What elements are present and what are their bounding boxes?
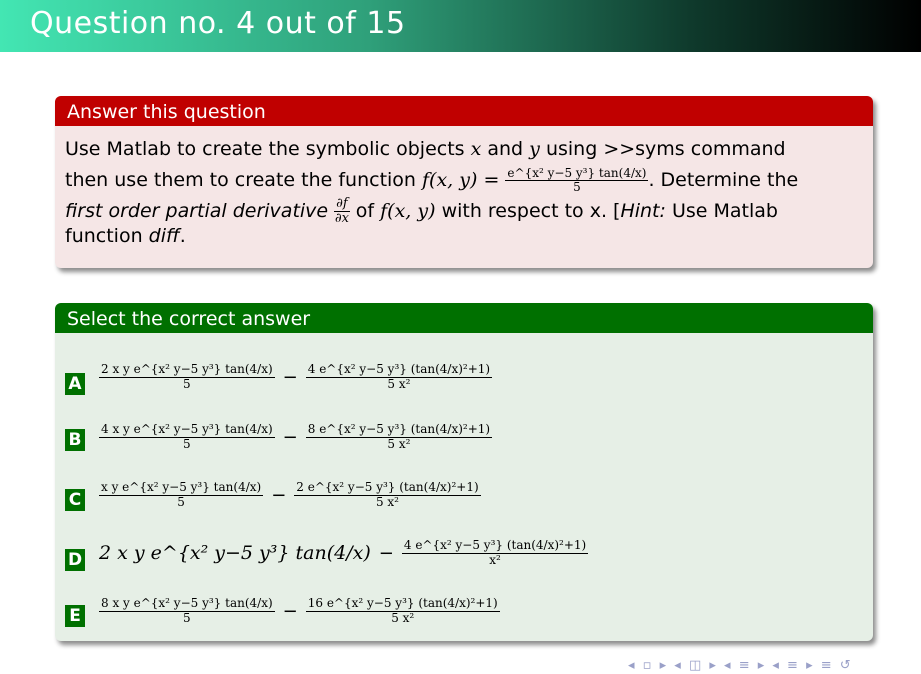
answers-header: Select the correct answer <box>55 303 873 333</box>
option-d[interactable]: D 2 x y e^{x² y−5 y³} tan(4/x) − 4 e^{x²… <box>65 531 865 575</box>
beamer-navigation: ◂ ▫ ▸ ◂ ◫ ▸ ◂ ≡ ▸ ◂ ≡ ▸ ≡ ↺ <box>628 658 853 673</box>
option-e-expression[interactable]: 8 x y e^{x² y−5 y³} tan(4/x) 5 − 16 e^{x²… <box>99 589 500 633</box>
option-c[interactable]: C x y e^{x² y−5 y³} tan(4/x) 5 − 2 e^{x² … <box>65 473 865 517</box>
option-c-expression[interactable]: x y e^{x² y−5 y³} tan(4/x) 5 − 2 e^{x² y−… <box>99 473 481 517</box>
question-header: Answer this question <box>55 96 873 126</box>
question-line-2: then use them to create the function f(x… <box>65 165 799 194</box>
nav-align-icon[interactable]: ≡ <box>821 658 834 673</box>
nav-subsection-icon[interactable]: ◂ ≡ ▸ <box>772 658 814 673</box>
question-line-1: Use Matlab to create the symbolic object… <box>65 138 786 160</box>
title-bar: Question no. 4 out of 15 <box>0 0 921 52</box>
option-b-label[interactable]: B <box>65 429 85 451</box>
nav-section-icon[interactable]: ◂ ≡ ▸ <box>724 658 766 673</box>
option-e[interactable]: E 8 x y e^{x² y−5 y³} tan(4/x) 5 − 16 e^{… <box>65 589 865 633</box>
partial-derivative-fraction: ∂f ∂x <box>334 195 350 226</box>
option-d-label[interactable]: D <box>65 549 85 571</box>
option-b[interactable]: B 4 x y e^{x² y−5 y³} tan(4/x) 5 − 8 e^{x… <box>65 415 865 459</box>
option-a-expression[interactable]: 2 x y e^{x² y−5 y³} tan(4/x) 5 − 4 e^{x² … <box>99 355 493 399</box>
question-block: Answer this question Use Matlab to creat… <box>55 96 873 268</box>
function-fraction: e^{x² y−5 y³} tan(4/x) 5 <box>505 165 649 194</box>
option-b-expression[interactable]: 4 x y e^{x² y−5 y³} tan(4/x) 5 − 8 e^{x² … <box>99 415 493 459</box>
option-d-expression[interactable]: 2 x y e^{x² y−5 y³} tan(4/x) − 4 e^{x² y… <box>99 531 589 575</box>
option-a-label[interactable]: A <box>65 373 85 395</box>
nav-frame-icon[interactable]: ◂ ◫ ▸ <box>674 658 718 673</box>
page-title: Question no. 4 out of 15 <box>30 6 406 41</box>
option-a[interactable]: A 2 x y e^{x² y−5 y³} tan(4/x) 5 − 4 e^{x… <box>65 355 865 399</box>
option-e-label[interactable]: E <box>65 605 85 627</box>
question-body: Use Matlab to create the symbolic object… <box>55 126 873 252</box>
answers-block: Select the correct answer A 2 x y e^{x² … <box>55 303 873 641</box>
nav-search-icon[interactable]: ↺ <box>840 658 853 673</box>
option-c-label[interactable]: C <box>65 489 85 511</box>
nav-prev-icon[interactable]: ◂ ▫ ▸ <box>628 658 668 673</box>
